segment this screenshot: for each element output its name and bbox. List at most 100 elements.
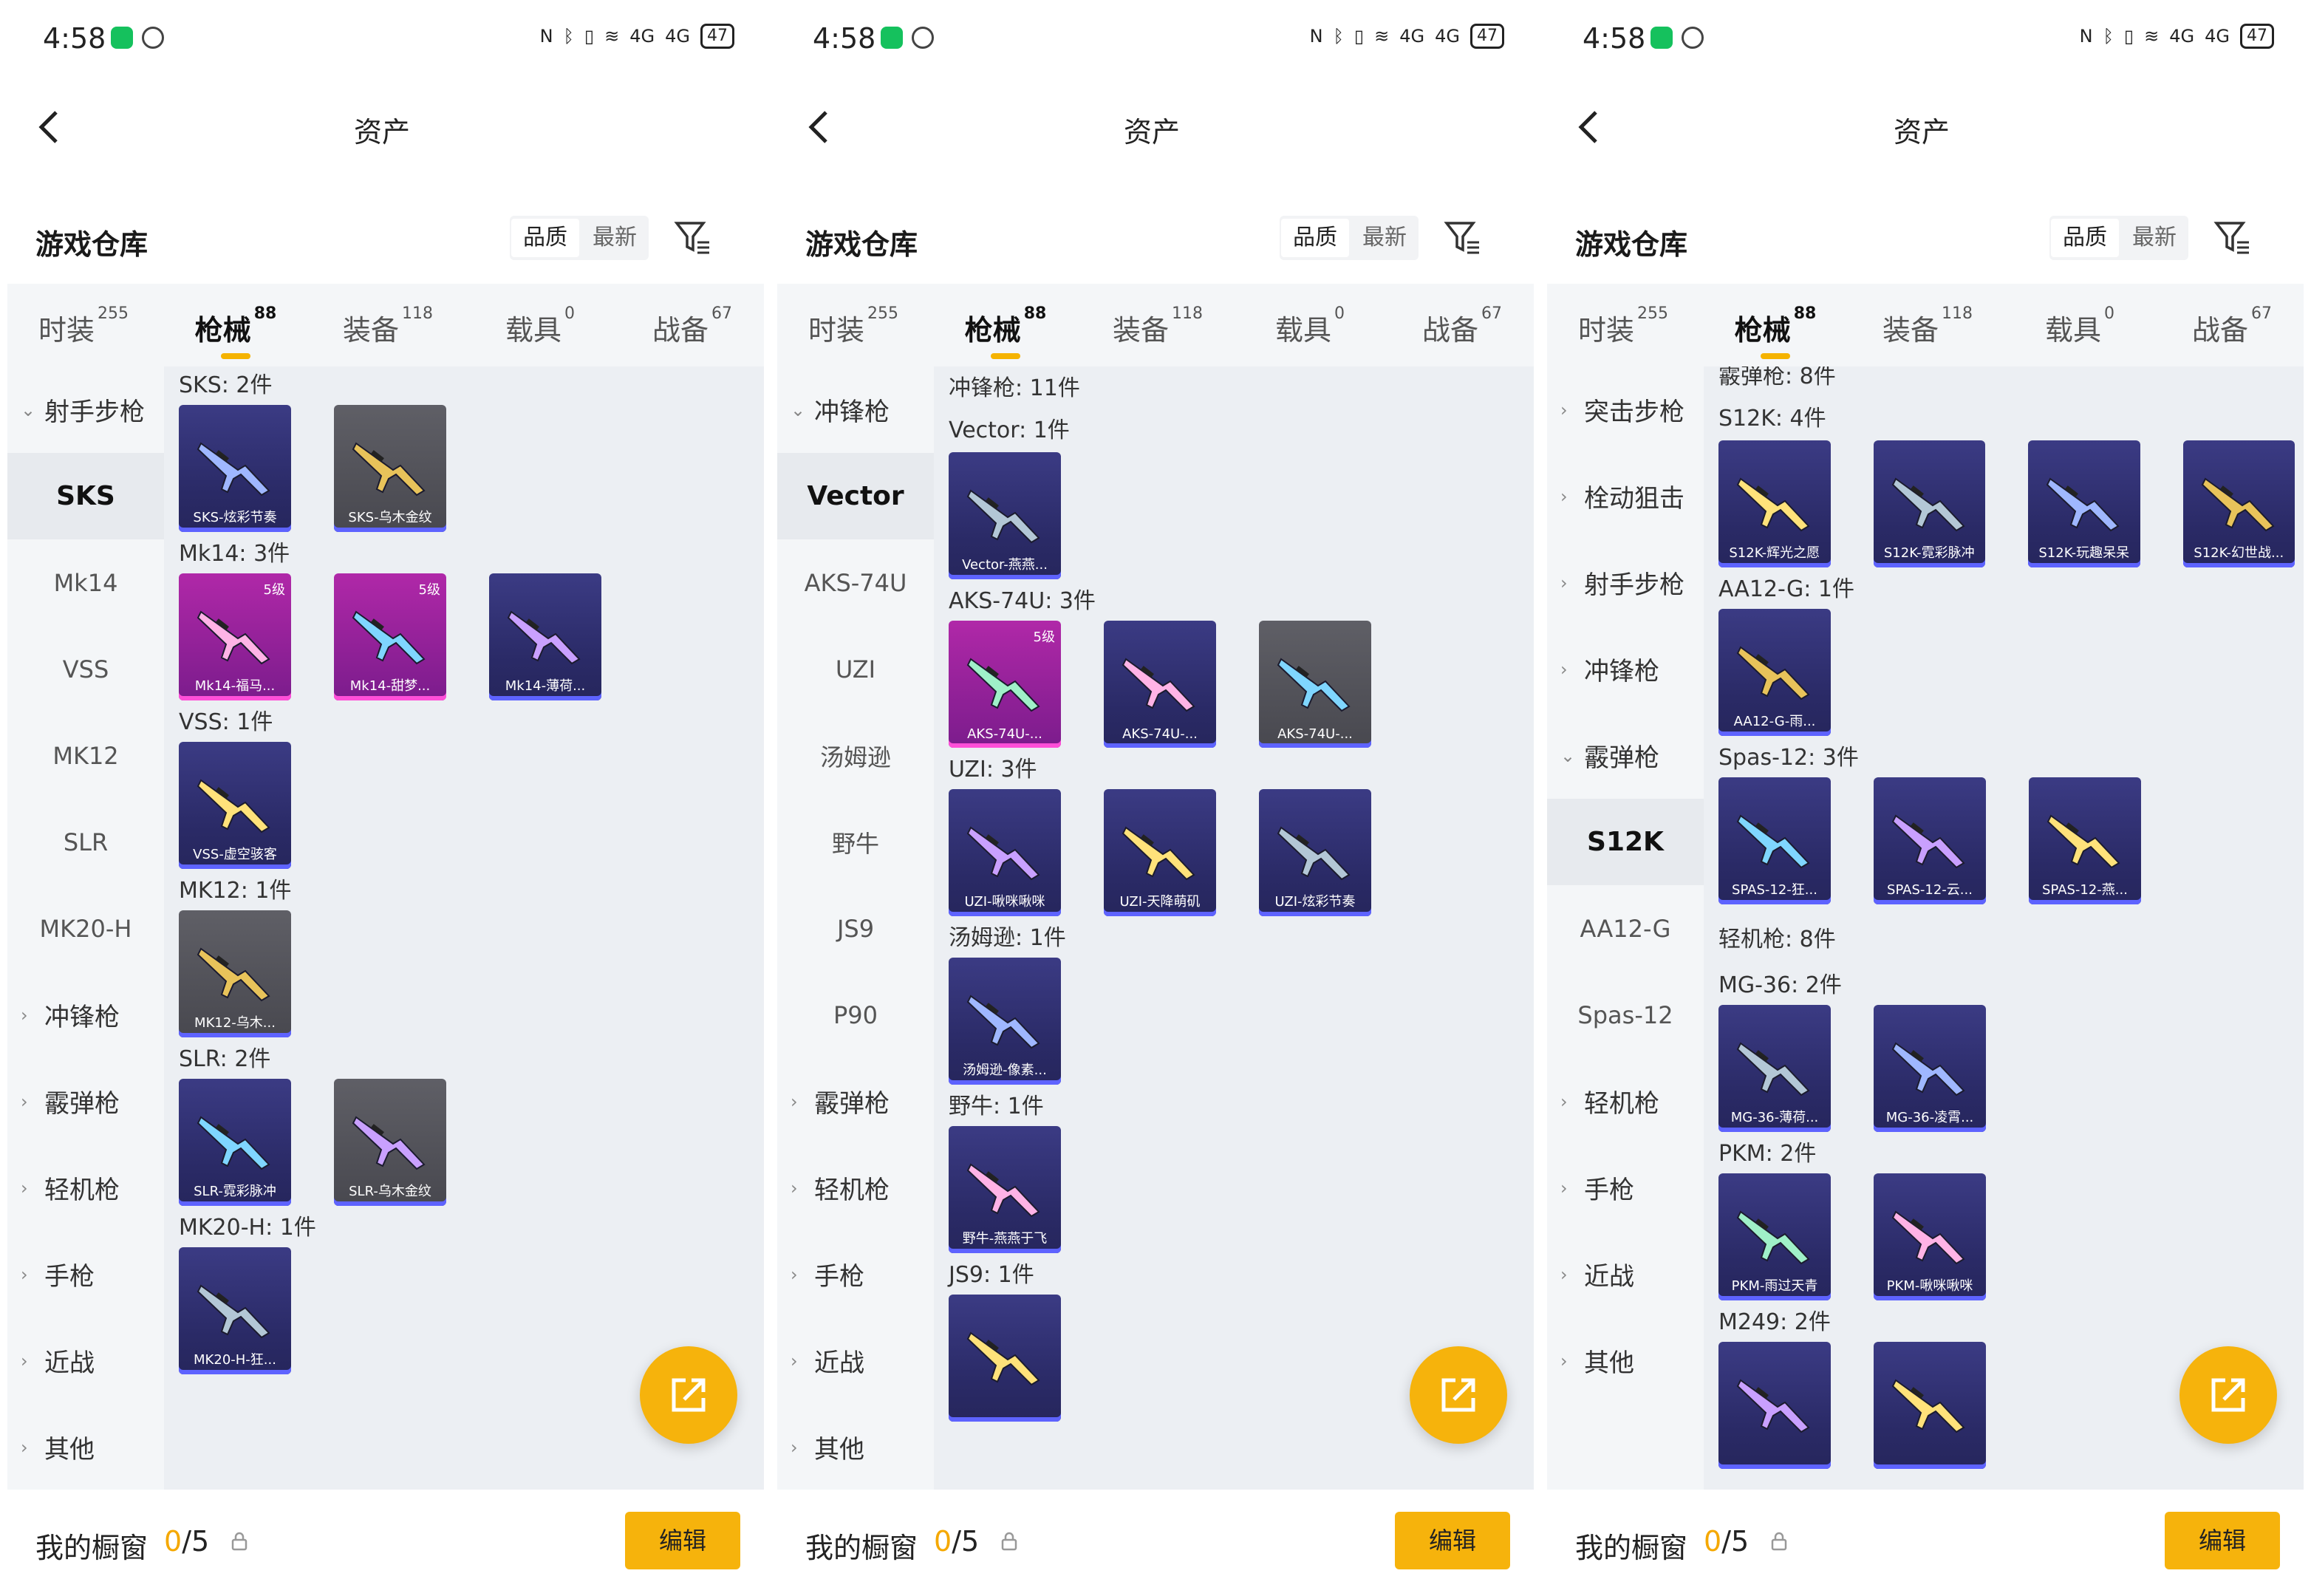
sidebar-item-3[interactable]: › 冲锋枪 [1547,626,1704,712]
skin-card[interactable]: UZI-啾咪啾咪 [949,789,1061,916]
sidebar-item-6[interactable]: MK20-H [7,885,164,972]
tab-1[interactable]: 枪械88 [929,284,1082,366]
skin-card[interactable]: Mk14-薄荷... [489,573,601,700]
sidebar-item-1[interactable]: › 栓动狙击 [1547,453,1704,539]
skin-card[interactable]: 5级 Mk14-甜梦... [334,573,446,700]
tab-3[interactable]: 载具0 [2004,284,2156,366]
sidebar-item-0[interactable]: ⌄ 射手步枪 [7,366,164,453]
sidebar-item-4[interactable]: MK12 [7,712,164,799]
skin-card[interactable]: 5级 Mk14-福马... [179,573,291,700]
filter-button[interactable] [1442,217,1482,257]
skin-card[interactable]: SLR-乌木金纹 [334,1079,446,1206]
edit-button[interactable]: 编辑 [2165,1512,2280,1569]
tab-0[interactable]: 时装255 [777,284,929,366]
skin-card[interactable] [1718,1342,1831,1469]
sidebar-item-7[interactable]: Spas-12 [1547,972,1704,1058]
sidebar-item-5[interactable]: SLR [7,799,164,885]
skin-card[interactable]: UZI-炫彩节奏 [1259,789,1371,916]
sidebar-item-8[interactable]: › 轻机枪 [1547,1058,1704,1145]
skin-card[interactable]: PKM-啾咪啾咪 [1874,1173,1986,1300]
sort-latest-button[interactable]: 最新 [581,217,649,259]
skin-card[interactable]: S12K-辉光之愿 [1718,440,1831,567]
sidebar-item-9[interactable]: › 手枪 [1547,1145,1704,1231]
share-fab[interactable] [2179,1346,2277,1444]
skin-card[interactable]: MG-36-凌霄... [1874,1005,1986,1132]
skin-card[interactable]: S12K-霓彩脉冲 [1873,440,1985,567]
tab-0[interactable]: 时装255 [7,284,160,366]
sidebar-item-10[interactable]: › 近战 [1547,1231,1704,1317]
sidebar-item-11[interactable]: › 近战 [777,1317,934,1404]
tab-2[interactable]: 装备118 [312,284,464,366]
sidebar-item-2[interactable]: › 射手步枪 [1547,539,1704,626]
tab-4[interactable]: 战备67 [1386,284,1534,366]
skin-card[interactable]: 野牛-燕燕于飞 [949,1126,1061,1253]
edit-button[interactable]: 编辑 [625,1512,740,1569]
tab-3[interactable]: 载具0 [1234,284,1386,366]
skin-card[interactable]: 5级 AKS-74U-... [949,621,1061,748]
sidebar-item-11[interactable]: › 近战 [7,1317,164,1404]
skin-card[interactable]: MG-36-薄荷... [1718,1005,1831,1132]
skin-card[interactable]: SLR-霓彩脉冲 [179,1079,291,1206]
skin-card[interactable]: AA12-G-雨... [1718,609,1831,736]
tab-2[interactable]: 装备118 [1851,284,2004,366]
sidebar-item-12[interactable]: › 其他 [777,1404,934,1490]
sidebar-item-9[interactable]: › 轻机枪 [777,1145,934,1231]
sidebar-item-8[interactable]: › 霰弹枪 [7,1058,164,1145]
skin-card[interactable]: Vector-燕燕... [949,452,1061,579]
skin-card[interactable] [949,1295,1061,1422]
sidebar-item-10[interactable]: › 手枪 [7,1231,164,1317]
sidebar-item-3[interactable]: VSS [7,626,164,712]
filter-button[interactable] [2212,217,2252,257]
sidebar-item-0[interactable]: › 突击步枪 [1547,366,1704,453]
sidebar-item-6[interactable]: JS9 [777,885,934,972]
sidebar-item-1[interactable]: Vector [777,453,934,539]
sort-quality-button[interactable]: 品质 [2051,219,2119,257]
skin-card[interactable]: SPAS-12-云... [1874,777,1986,904]
sidebar-item-3[interactable]: UZI [777,626,934,712]
edit-button[interactable]: 编辑 [1395,1512,1510,1569]
sort-latest-button[interactable]: 最新 [2120,217,2188,259]
sidebar-item-7[interactable]: P90 [777,972,934,1058]
skin-card[interactable]: SKS-乌木金纹 [334,405,446,532]
skin-card[interactable]: MK20-H-狂... [179,1247,291,1374]
tab-1[interactable]: 枪械88 [160,284,312,366]
skin-card[interactable]: MK12-乌木... [179,910,291,1037]
skin-card[interactable]: PKM-雨过天青 [1718,1173,1831,1300]
sort-quality-button[interactable]: 品质 [1281,219,1349,257]
skin-card[interactable]: AKS-74U-... [1259,621,1371,748]
sort-quality-button[interactable]: 品质 [511,219,579,257]
sidebar-item-2[interactable]: AKS-74U [777,539,934,626]
sidebar-item-0[interactable]: ⌄ 冲锋枪 [777,366,934,453]
skin-card[interactable]: UZI-天降萌矶 [1104,789,1216,916]
sidebar-item-12[interactable]: › 其他 [7,1404,164,1490]
sidebar-item-2[interactable]: Mk14 [7,539,164,626]
tab-4[interactable]: 战备67 [616,284,764,366]
sidebar-item-9[interactable]: › 轻机枪 [7,1145,164,1231]
share-fab[interactable] [640,1346,737,1444]
skin-card[interactable]: 汤姆逊-像素... [949,958,1061,1085]
sidebar-item-4[interactable]: ⌄ 霰弹枪 [1547,712,1704,799]
skin-card[interactable] [1874,1342,1986,1469]
skin-card[interactable]: SPAS-12-狂... [1718,777,1831,904]
skin-card[interactable]: S12K-幻世战... [2182,440,2295,567]
tab-1[interactable]: 枪械88 [1699,284,1851,366]
skin-card[interactable]: SKS-炫彩节奏 [179,405,291,532]
sidebar-item-5[interactable]: S12K [1547,799,1704,885]
sidebar-item-11[interactable]: › 其他 [1547,1317,1704,1404]
tab-2[interactable]: 装备118 [1082,284,1234,366]
skin-card[interactable]: S12K-玩趣呆呆 [2028,440,2140,567]
skin-card[interactable]: VSS-虚空骇客 [179,742,291,869]
sidebar-item-1[interactable]: SKS [7,453,164,539]
tab-4[interactable]: 战备67 [2156,284,2304,366]
sidebar-item-6[interactable]: AA12-G [1547,885,1704,972]
sidebar-item-8[interactable]: › 霰弹枪 [777,1058,934,1145]
filter-button[interactable] [672,217,712,257]
sidebar-item-7[interactable]: › 冲锋枪 [7,972,164,1058]
sidebar-item-10[interactable]: › 手枪 [777,1231,934,1317]
tab-0[interactable]: 时装255 [1547,284,1699,366]
sort-latest-button[interactable]: 最新 [1351,217,1419,259]
skin-card[interactable]: SPAS-12-燕... [2029,777,2141,904]
sidebar-item-4[interactable]: 汤姆逊 [777,712,934,799]
tab-3[interactable]: 载具0 [464,284,616,366]
share-fab[interactable] [1410,1346,1507,1444]
